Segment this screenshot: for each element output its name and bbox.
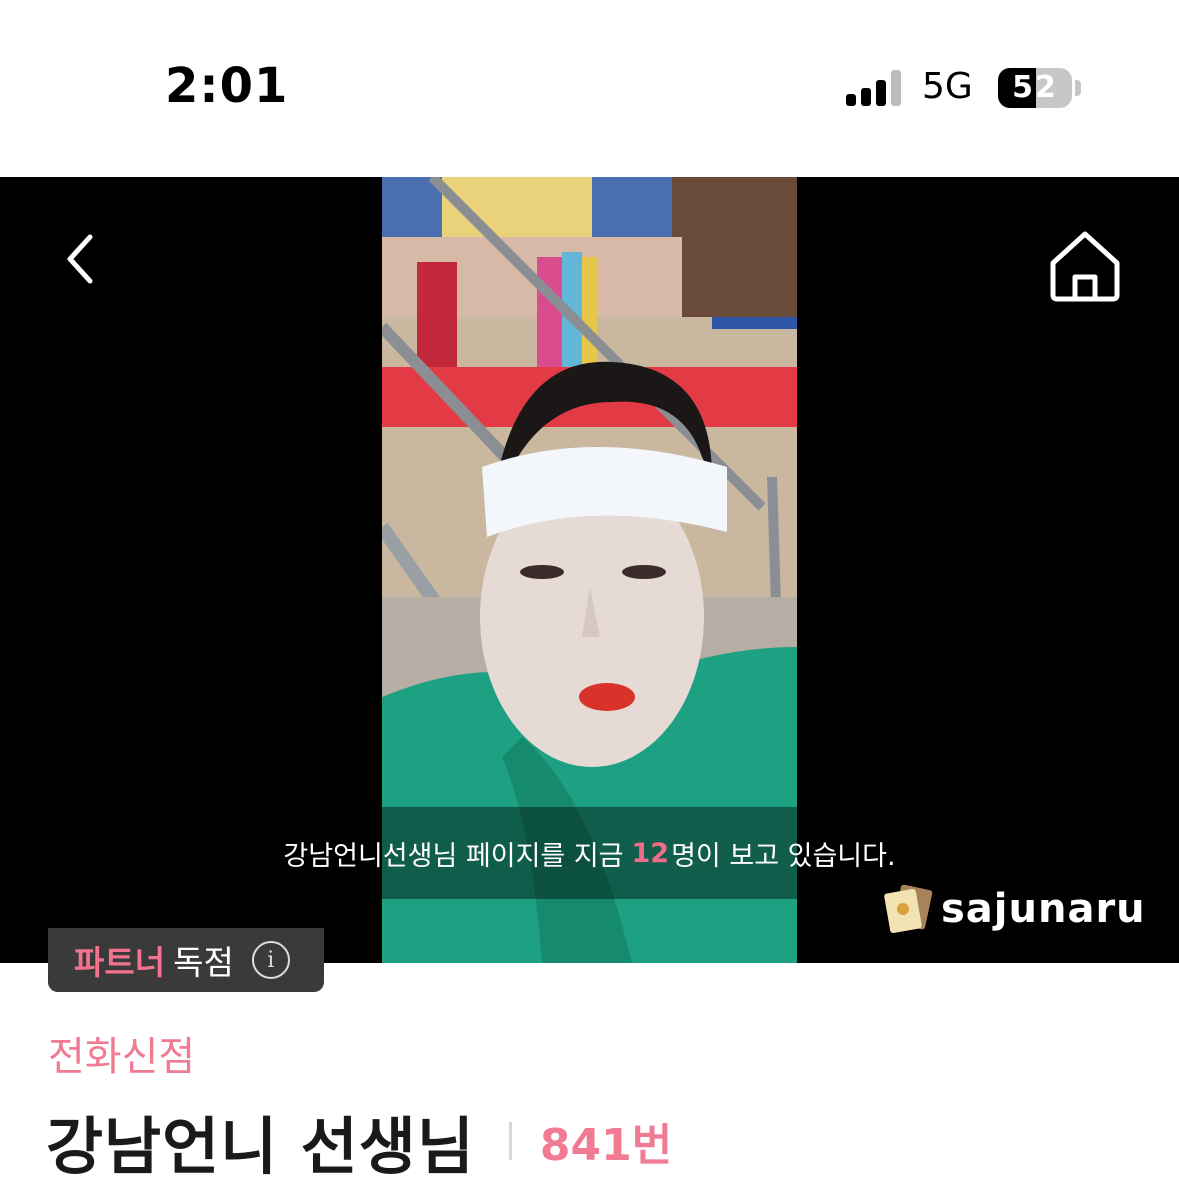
profile-hero: 강남언니선생님 페이지를 지금 12 명이 보고 있습니다. sajunaru [0,177,1179,963]
divider [508,1122,512,1160]
signal-icon [846,70,904,106]
network-type: 5G [922,66,973,107]
status-time: 2:01 [165,58,289,114]
counselor-number: 841번 [539,1120,673,1171]
exclusive-label: 독점 [173,943,234,982]
info-icon[interactable]: i [251,941,290,979]
logo-mark-icon [884,885,933,933]
status-bar: 2:01 5G 52 [0,0,1179,177]
viewer-text-before: 강남언니선생님 페이지를 지금 [283,840,624,872]
battery-level: 52 [1012,70,1058,105]
category-label: 전화신점 [48,1034,196,1080]
chevron-left-icon [67,234,93,284]
viewer-count: 12 [631,837,670,869]
home-button[interactable] [1046,227,1124,305]
battery-icon: 52 [998,68,1072,108]
home-icon [1050,231,1120,302]
viewer-text-after: 명이 보고 있습니다. [671,840,896,872]
back-button[interactable] [56,229,106,289]
profile-name-row: 강남언니 선생님 841번 [46,1096,672,1186]
partner-exclusive-badge[interactable]: 파트너 독점 i [48,928,324,992]
logo-text: sajunaru [941,886,1146,932]
sajunaru-logo: sajunaru [883,885,1146,933]
battery-tip [1075,80,1081,96]
counselor-name: 강남언니 선생님 [46,1110,475,1183]
partner-label: 파트너 [74,943,166,982]
